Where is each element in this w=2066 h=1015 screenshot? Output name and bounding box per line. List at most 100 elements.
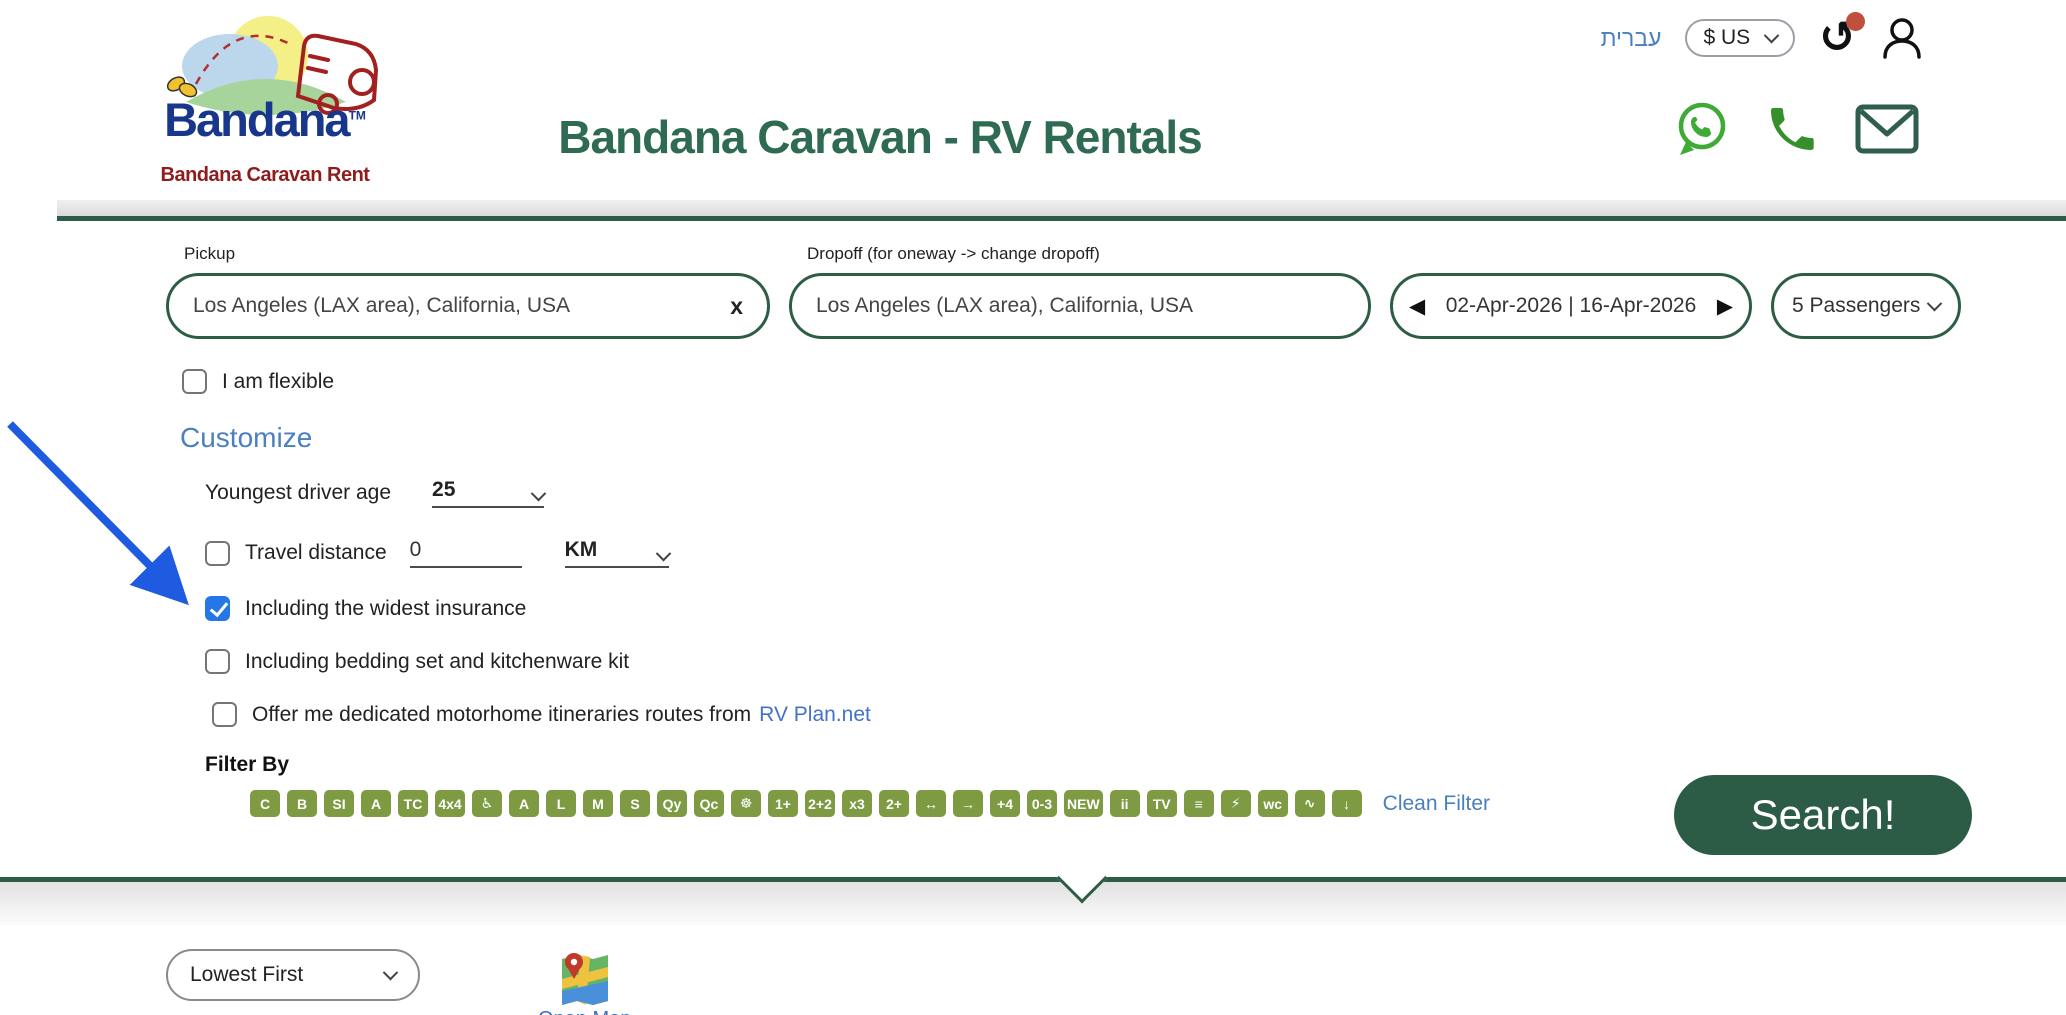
filter-quick-c-icon[interactable]: Qc [694,790,724,817]
travel-distance-label: Travel distance [245,541,387,565]
filter-shower-icon[interactable]: ∿ [1295,790,1325,817]
filter-driver-plus-icon[interactable]: 1+ [768,790,798,817]
clear-pickup-icon[interactable]: x [730,293,743,320]
filter-new-icon[interactable]: NEW [1064,790,1103,817]
map-icon [560,949,610,1005]
search-row: Pickup Los Angeles (LAX area), Californi… [166,244,2066,339]
insurance-row: Including the widest insurance [205,596,2066,621]
chevron-down-icon [655,546,671,562]
itineraries-label: Offer me dedicated motorhome itineraries… [252,703,751,727]
filter-family-plus-icon[interactable]: 2+ [879,790,909,817]
company-logo[interactable]: BandanaTM Bandana Caravan Rent [138,4,392,196]
clean-filter-link[interactable]: Clean Filter [1383,792,1490,816]
insurance-label: Including the widest insurance [245,597,526,621]
sort-value: Lowest First [190,963,303,987]
filter-wheelchair-icon[interactable]: ♿ [472,790,502,817]
travel-distance-input[interactable]: 0 [410,538,522,568]
section-divider [0,877,2066,925]
filter-oneway-icon[interactable]: → [953,790,983,817]
filter-class-c-icon[interactable]: C [250,790,280,817]
chevron-down-icon [1927,295,1943,311]
search-button[interactable]: Search! [1674,775,1972,855]
filter-icons: CBSIATC4x4♿ALMSQyQc☸1+2+2x32+↔→+40-3NEWi… [250,790,1362,817]
travel-distance-row: Travel distance 0 KM [205,538,2066,568]
history-icon[interactable]: ↺ [1819,16,1856,60]
notification-dot [1846,12,1865,31]
account-icon[interactable] [1880,16,1924,60]
filter-class-b-icon[interactable]: B [287,790,317,817]
email-icon[interactable] [1854,102,1920,156]
filter-class-a-icon[interactable]: A [361,790,391,817]
page: BandanaTM Bandana Caravan Rent Bandana C… [0,0,2066,1015]
next-dates-icon[interactable]: ▶ [1717,294,1733,319]
passengers-select[interactable]: 5 Passengers [1771,273,1961,339]
dropoff-label: Dropoff (for oneway -> change dropoff) [807,244,1371,264]
passengers-field: 5 Passengers [1771,244,1961,339]
date-range-value: 02-Apr-2026 | 16-Apr-2026 [1425,294,1717,318]
header: BandanaTM Bandana Caravan Rent Bandana C… [0,0,2066,221]
top-right-controls: עברית $ US ↺ [1601,16,1924,60]
search-form: Pickup Los Angeles (LAX area), Californi… [0,221,2066,877]
currency-value: $ US [1703,26,1750,50]
flexible-label: I am flexible [222,370,334,394]
open-map-label: Open Map [538,1008,631,1015]
filter-by-label: Filter By [205,753,2066,777]
filter-ages-0-3-icon[interactable]: 0-3 [1027,790,1057,817]
filter-rv-size-m-icon[interactable]: M [583,790,613,817]
filter-tv-icon[interactable]: TV [1147,790,1177,817]
filter-rv-size-l-icon[interactable]: L [546,790,576,817]
filter-truck-camper-icon[interactable]: TC [398,790,428,817]
filter-arrival-icon[interactable]: ↓ [1332,790,1362,817]
filter-automatic-icon[interactable]: A [509,790,539,817]
driver-age-row: Youngest driver age 25 [205,478,2066,508]
dropoff-value: Los Angeles (LAX area), California, USA [816,294,1193,318]
pickup-value: Los Angeles (LAX area), California, USA [193,294,570,318]
sort-select[interactable]: Lowest First [166,949,420,1001]
filter-width-icon[interactable]: ↔ [916,790,946,817]
logo-caption: Bandana Caravan Rent [138,164,392,187]
customize-link[interactable]: Customize [180,422,2066,454]
filter-family-icon[interactable]: ii [1110,790,1140,817]
rv-plan-link[interactable]: RV Plan.net [759,703,871,727]
itineraries-checkbox[interactable] [212,702,237,727]
filter-bed-icon[interactable]: ≡ [1184,790,1214,817]
filter-quick-y-icon[interactable]: Qy [657,790,687,817]
itineraries-row: Offer me dedicated motorhome itineraries… [212,702,2066,727]
currency-select[interactable]: $ US [1685,19,1795,57]
date-range-picker[interactable]: ◀ 02-Apr-2026 | 16-Apr-2026 ▶ [1390,273,1752,339]
pickup-label: Pickup [184,244,770,264]
language-link[interactable]: עברית [1601,25,1662,52]
travel-distance-value: 0 [410,538,422,562]
driver-age-select[interactable]: 25 [432,478,544,508]
pointer-arrow-icon [2,416,212,626]
prev-dates-icon[interactable]: ◀ [1409,294,1425,319]
dropoff-input[interactable]: Los Angeles (LAX area), California, USA [789,273,1371,339]
bedding-row: Including bedding set and kitchenware ki… [205,649,2066,674]
page-title: Bandana Caravan - RV Rentals [430,110,1330,164]
filter-wc-icon[interactable]: wc [1258,790,1288,817]
trademark: TM [349,108,366,122]
open-map-control[interactable]: Open Map [538,949,631,1015]
flexible-checkbox[interactable] [182,369,207,394]
filter-seats-2plus2-icon[interactable]: 2+2 [805,790,835,817]
results-bar: Lowest First Open Map [0,949,2066,1015]
filter-x3-icon[interactable]: x3 [842,790,872,817]
filter-rv-size-s-icon[interactable]: S [620,790,650,817]
phone-icon[interactable] [1764,101,1820,157]
brand-name: BandanaTM [138,92,392,147]
whatsapp-icon[interactable] [1672,100,1730,158]
filter-plus4-icon[interactable]: +4 [990,790,1020,817]
filter-semi-integrated-icon[interactable]: SI [324,790,354,817]
filter-power-icon[interactable]: ⚡ [1221,790,1251,817]
chevron-down-icon [1764,27,1780,43]
driver-age-value: 25 [432,478,455,502]
filter-4x4-icon[interactable]: 4x4 [435,790,465,817]
pickup-field: Pickup Los Angeles (LAX area), Californi… [166,244,770,339]
distance-unit-select[interactable]: KM [565,538,669,568]
pickup-input[interactable]: Los Angeles (LAX area), California, USA … [166,273,770,339]
bedding-checkbox[interactable] [205,649,230,674]
bedding-label: Including bedding set and kitchenware ki… [245,650,629,674]
filter-steering-icon[interactable]: ☸ [731,790,761,817]
distance-unit-value: KM [565,538,598,562]
contact-icons [1672,100,1920,158]
